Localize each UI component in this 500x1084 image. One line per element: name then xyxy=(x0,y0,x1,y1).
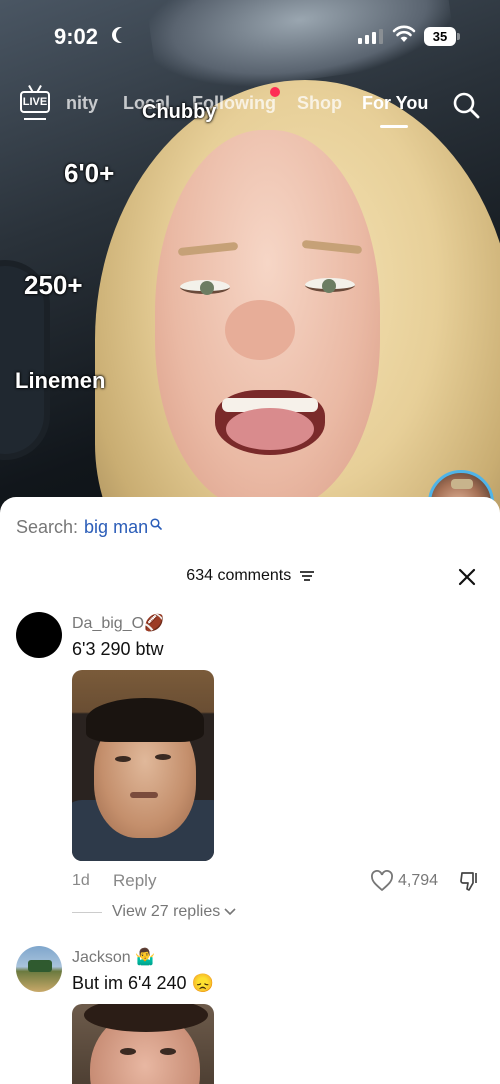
status-time: 9:02 xyxy=(54,24,99,49)
commenter-avatar[interactable] xyxy=(16,946,62,992)
comments-sheet: Search: big man 634 comments Da_big_O🏈 6… xyxy=(0,497,500,1084)
sort-filter-icon[interactable] xyxy=(299,570,314,582)
overlay-label-height: 6'0+ xyxy=(64,158,115,188)
chevron-down-icon xyxy=(224,908,236,916)
active-tab-indicator xyxy=(380,125,408,128)
photo-eye-left xyxy=(120,1048,136,1055)
tractor-shape xyxy=(28,960,52,972)
overlay-label-chubby: Chubby xyxy=(142,101,217,123)
focus-moon-icon xyxy=(116,27,132,43)
comment-username[interactable]: Da_big_O🏈 xyxy=(72,613,164,633)
comment-text: But im 6'4 240 😞 xyxy=(72,973,214,993)
iris-right xyxy=(322,279,336,293)
comments-header: 634 comments xyxy=(0,567,500,585)
photo-mouth xyxy=(130,792,158,798)
commenter-avatar[interactable] xyxy=(16,612,62,658)
wifi-icon xyxy=(392,25,416,42)
heart-icon xyxy=(371,870,393,892)
comment-username[interactable]: Jackson 🤷‍♂️ xyxy=(72,947,155,967)
comment-photo[interactable] xyxy=(72,670,214,861)
battery-tip xyxy=(457,33,460,40)
overlay-label-linemen: Linemen xyxy=(15,368,106,393)
comment-photo[interactable] xyxy=(72,1004,214,1084)
close-icon[interactable] xyxy=(457,567,477,587)
avatar-crown xyxy=(451,479,473,489)
like-count: 4,794 xyxy=(398,872,439,889)
status-bar: 9:02 35 xyxy=(0,0,500,70)
following-notification-dot xyxy=(270,87,280,97)
photo-hair xyxy=(84,1004,208,1032)
live-icon-base xyxy=(24,118,46,120)
tab-shop[interactable]: Shop xyxy=(297,93,342,114)
comments-count: 634 comments xyxy=(186,567,292,584)
photo-eye-right xyxy=(160,1048,176,1055)
tab-for-you[interactable]: For You xyxy=(362,93,428,114)
dislike-icon[interactable] xyxy=(458,870,482,892)
top-nav: LIVE nity Local Following Shop For You xyxy=(0,84,500,128)
view-replies-label: View 27 replies xyxy=(112,903,221,920)
tongue xyxy=(226,408,314,450)
search-term-link[interactable]: big man xyxy=(84,517,148,538)
photo-hair xyxy=(86,698,204,742)
photo-eye-left xyxy=(115,756,131,762)
overlay-label-weight: 250+ xyxy=(24,270,83,300)
tab-community[interactable]: nity xyxy=(66,93,98,114)
search-small-icon xyxy=(150,517,162,530)
photo-eye-right xyxy=(155,754,171,760)
replies-divider xyxy=(72,911,102,913)
like-button[interactable]: 4,794 xyxy=(370,870,438,892)
battery-icon: 35 xyxy=(424,27,456,46)
live-icon[interactable]: LIVE xyxy=(20,91,50,113)
search-icon[interactable] xyxy=(452,91,480,119)
search-prefix: Search: xyxy=(16,517,79,537)
nose xyxy=(225,300,295,360)
related-search[interactable]: Search: big man xyxy=(16,517,162,538)
video-player[interactable] xyxy=(0,0,500,520)
comment-date: 1d xyxy=(72,872,90,889)
iris-left xyxy=(200,281,214,295)
cellular-signal-icon xyxy=(358,29,383,44)
reply-button[interactable]: Reply xyxy=(113,871,156,891)
view-replies-button[interactable]: View 27 replies xyxy=(72,903,236,921)
comment-text: 6'3 290 btw xyxy=(72,639,164,659)
